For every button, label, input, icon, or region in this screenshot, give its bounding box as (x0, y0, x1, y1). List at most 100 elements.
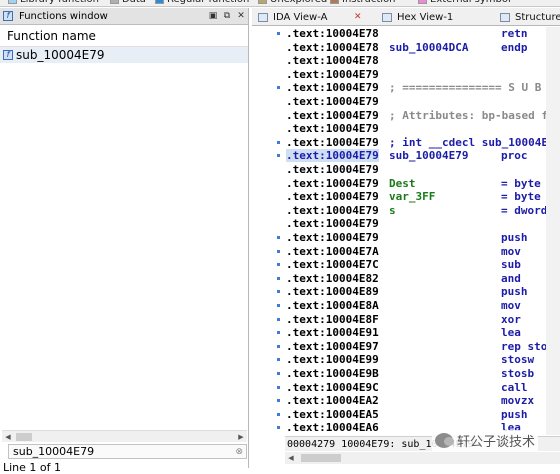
line-address: .text:10004E79 (286, 108, 379, 122)
breakpoint-dot-icon[interactable] (277, 154, 280, 158)
disasm-line[interactable]: .text:10004E78 sub_10004DCA endp (286, 41, 528, 54)
disasm-line[interactable]: .text:10004E97 rep stosd (286, 340, 560, 353)
close-icon[interactable]: ✕ (234, 9, 248, 23)
disasm-line[interactable]: .text:10004E79pushe (286, 231, 560, 244)
disasm-line[interactable]: .text:10004EA6leae (286, 421, 560, 435)
functions-window-titlebar[interactable]: f Functions window ▣ ⧉ ✕ (0, 8, 248, 25)
line-address: .text:10004E78 (286, 27, 379, 40)
legend-item: Unexplored (258, 0, 327, 5)
scroll-left-icon[interactable]: ◀ (285, 452, 297, 464)
function-search-input[interactable]: sub_10004E79 ⊗ (8, 444, 247, 459)
breakpoint-dot-icon[interactable] (277, 86, 280, 90)
restore-icon[interactable]: ▣ (206, 9, 220, 23)
disasm-line[interactable]: .text:10004E79 ; =============== S U B R (286, 81, 555, 94)
disasm-line[interactable]: .text:10004EA5pushe (286, 407, 560, 421)
line-address: .text:10004EA6 (286, 421, 379, 435)
breakpoint-dot-icon[interactable] (277, 304, 280, 307)
line-mnemonic: endp (501, 40, 528, 54)
breakpoint-dot-icon[interactable] (277, 331, 280, 335)
scroll-thumb[interactable] (301, 454, 341, 462)
tab-hex-view-1[interactable]: Hex View-1 (382, 8, 453, 25)
breakpoint-dot-icon[interactable] (277, 317, 280, 321)
disassembly-listing[interactable]: .text:10004E78 retn .text:10004E78 sub_1000… (286, 27, 560, 435)
breakpoint-dot-icon[interactable] (277, 249, 280, 253)
line-address: .text:10004E79 (286, 95, 379, 108)
disasm-line[interactable]: .text:10004E79 (286, 95, 379, 108)
line-mnemonic: lea (501, 326, 521, 340)
legend-label: External symbol (430, 0, 511, 5)
legend-swatch (8, 0, 17, 4)
line-label: sub_10004DCA (389, 40, 469, 54)
scroll-thumb[interactable] (16, 433, 32, 441)
breakpoint-dot-icon[interactable] (277, 276, 280, 280)
breakpoint-dot-icon[interactable] (277, 426, 280, 430)
legend-item: Data (110, 0, 146, 5)
breakpoint-dot-icon[interactable] (277, 344, 280, 348)
breakpoint-dot-icon[interactable] (277, 412, 280, 416)
disasm-line[interactable]: .text:10004E78 (286, 54, 379, 67)
disasm-line[interactable]: .text:10004E79 (286, 68, 379, 81)
legend-label: Unexplored (270, 0, 327, 5)
breakpoint-dot-icon[interactable] (277, 372, 280, 375)
line-address: .text:10004E78 (286, 54, 379, 68)
disasm-line[interactable]: .text:10004E9Ccalld (286, 381, 560, 394)
disasm-line[interactable]: .text:10004E91leae (286, 326, 560, 339)
disasm-line[interactable]: .text:10004E79 ; int __cdecl sub_10004E7 (286, 136, 555, 149)
disasm-line[interactable]: .text:10004E78 retn (286, 27, 528, 40)
legend-label: Instruction (342, 0, 396, 5)
line-mnemonic: stosb (501, 367, 535, 380)
legend-swatch (258, 0, 267, 4)
disasm-line[interactable]: .text:10004E79 (286, 163, 379, 176)
line-address: .text:10004E9B (286, 367, 379, 380)
watermark-text: 轩公子谈技术 (457, 435, 536, 450)
disasm-line[interactable]: .text:10004E7Csube (286, 258, 560, 272)
disasm-line[interactable]: .text:10004E82and[ (286, 272, 560, 285)
breakpoint-dot-icon[interactable] (277, 236, 280, 239)
disasm-line[interactable]: .text:10004E79 (286, 217, 379, 230)
legend-label: Data (122, 0, 146, 5)
line-address: .text:10004EA5 (286, 407, 379, 421)
breakpoint-dot-icon[interactable] (277, 358, 280, 362)
disasm-line[interactable]: .text:10004E79 var_3FF = byte pt (286, 190, 560, 203)
breakpoint-dot-icon[interactable] (277, 385, 280, 389)
tab-structures[interactable]: Structures (500, 8, 560, 25)
line-address: .text:10004E79 (286, 67, 379, 81)
breakpoint-dot-icon[interactable] (277, 140, 280, 144)
disasm-line[interactable]: .text:10004E79 Dest = byte pt (286, 177, 560, 190)
breakpoint-dot-icon[interactable] (277, 290, 280, 294)
breakpoint-dot-icon[interactable] (277, 399, 280, 403)
function-name: sub_10004E79 (16, 48, 105, 62)
legend-label: Library function (20, 0, 99, 5)
view-tabs: IDA View-A ✕ Hex View-1 Structures (252, 8, 560, 26)
line-address: .text:10004E79 (286, 217, 379, 231)
tab-close[interactable]: ✕ (350, 8, 362, 25)
close-icon[interactable]: ✕ (354, 12, 362, 22)
ida-view-disassembly[interactable]: .text:10004E78 retn .text:10004E78 sub_1000… (252, 27, 560, 435)
functions-horizontal-scrollbar[interactable]: ◀ ▶ (2, 430, 247, 442)
disasm-line[interactable]: .text:10004E89pushe (286, 285, 560, 298)
disasm-line[interactable]: .text:10004E79sub_10004E79procnear (286, 149, 560, 163)
breakpoint-dot-icon[interactable] (277, 32, 280, 35)
disasm-line[interactable]: .text:10004EA2movzxe (286, 394, 560, 407)
function-row[interactable]: f sub_10004E79 (0, 47, 248, 63)
line-address: .text:10004E79 (286, 231, 379, 244)
disasm-line[interactable]: .text:10004E99 stosw (286, 353, 534, 366)
structures-icon (500, 12, 510, 22)
line-address: .text:10004E7C (286, 258, 379, 272)
scroll-left-icon[interactable]: ◀ (2, 431, 14, 443)
float-icon[interactable]: ⧉ (220, 9, 234, 23)
disasm-line[interactable]: .text:10004E79 (286, 122, 379, 135)
disasm-line[interactable]: .text:10004E79 s = dword p (286, 204, 560, 217)
disasm-line[interactable]: .text:10004E9B stosb (286, 367, 534, 380)
disasm-line[interactable]: .text:10004E8Fxore (286, 313, 560, 326)
disasm-line[interactable]: .text:10004E79 ; Attributes: bp-based fr (286, 108, 555, 122)
clear-search-icon[interactable]: ⊗ (235, 447, 243, 457)
breakpoint-dot-icon[interactable] (277, 263, 280, 267)
disassembly-horizontal-scrollbar[interactable]: ◀ (285, 452, 560, 464)
disassembly-vertical-scrollbar[interactable] (546, 27, 560, 435)
disasm-line[interactable]: .text:10004E7Amove (286, 245, 560, 258)
disasm-line[interactable]: .text:10004E8Amove (286, 299, 560, 312)
column-header-function-name[interactable]: Function name (0, 25, 248, 47)
tab-ida-view-a[interactable]: IDA View-A (258, 8, 327, 25)
scroll-right-icon[interactable]: ▶ (235, 431, 247, 443)
